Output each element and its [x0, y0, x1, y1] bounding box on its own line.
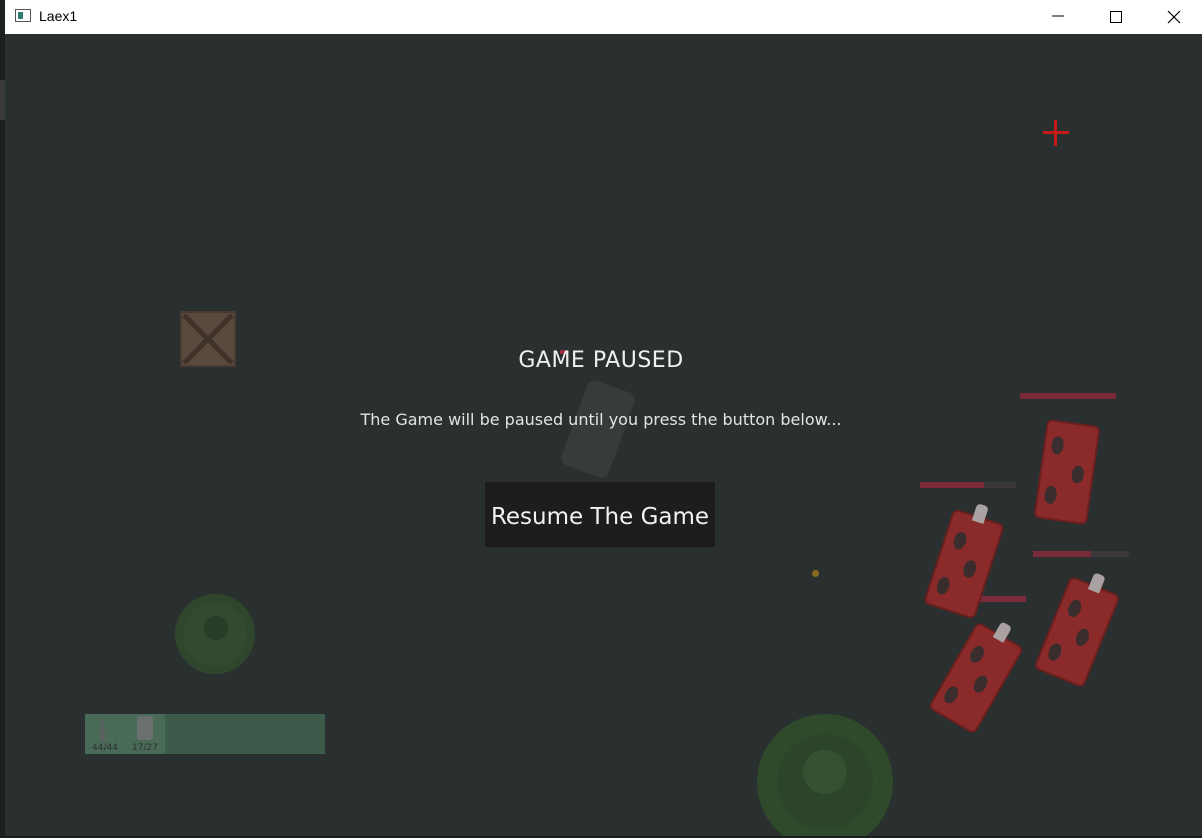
- pause-title: GAME PAUSED: [518, 348, 684, 373]
- player-character: [559, 378, 637, 480]
- game-canvas[interactable]: 44/44 17/27: [5, 34, 1202, 836]
- health-fill: [980, 596, 1026, 602]
- enemy-3: [1033, 572, 1121, 689]
- enemy-spot: [1043, 485, 1058, 505]
- enemy-spot: [1065, 597, 1084, 620]
- window-title: Laex1: [39, 8, 78, 24]
- enemy-health-bar: [980, 596, 1026, 602]
- knife-icon: [100, 716, 105, 742]
- enemy-spot: [1070, 464, 1085, 485]
- enemy-4: [927, 621, 1025, 735]
- app-icon: [15, 9, 31, 22]
- hotbar-slot-2[interactable]: 17/27: [125, 714, 165, 754]
- maximize-button[interactable]: [1087, 0, 1145, 34]
- enemy-spot: [934, 575, 952, 597]
- enemy-spot: [1073, 626, 1092, 648]
- enemy-1: [1033, 418, 1101, 526]
- enemy-weapon-icon: [992, 621, 1013, 643]
- maximize-icon: [1110, 11, 1122, 23]
- minimize-icon: [1052, 15, 1064, 17]
- health-fill: [1033, 551, 1091, 557]
- health-fill: [920, 482, 985, 488]
- enemy-health-bar: [1020, 393, 1116, 399]
- title-bar[interactable]: Laex1: [5, 0, 1202, 34]
- enemy-health-bar: [920, 482, 1016, 488]
- hotbar-slot-1[interactable]: 44/44: [85, 714, 125, 754]
- canister-icon: [137, 716, 153, 740]
- minimize-button[interactable]: [1029, 0, 1087, 34]
- pause-message: The Game will be paused until you press …: [360, 410, 842, 429]
- close-icon: [1167, 10, 1181, 24]
- inventory-hotbar: 44/44 17/27: [85, 714, 325, 754]
- enemy-spot: [951, 530, 969, 552]
- bush: [757, 714, 893, 836]
- enemy-spot: [1050, 435, 1065, 456]
- enemy-spot: [1045, 641, 1064, 663]
- enemy-spot: [967, 643, 987, 666]
- crosshair-icon: [1043, 120, 1069, 146]
- pickup-item: [812, 570, 819, 577]
- enemy-spot: [941, 684, 961, 706]
- health-fill: [1020, 393, 1116, 399]
- enemy-weapon-icon: [1087, 572, 1106, 594]
- ammo-count: 44/44: [92, 743, 118, 753]
- ammo-count: 17/27: [132, 743, 158, 753]
- enemy-health-bar: [1033, 551, 1129, 557]
- resume-button[interactable]: Resume The Game: [485, 482, 715, 547]
- enemy-weapon-icon: [971, 503, 989, 525]
- enemy-2: [922, 503, 1006, 620]
- enemy-spot: [961, 558, 979, 580]
- enemy-spot: [970, 673, 991, 695]
- close-button[interactable]: [1145, 0, 1202, 34]
- bush: [175, 594, 255, 674]
